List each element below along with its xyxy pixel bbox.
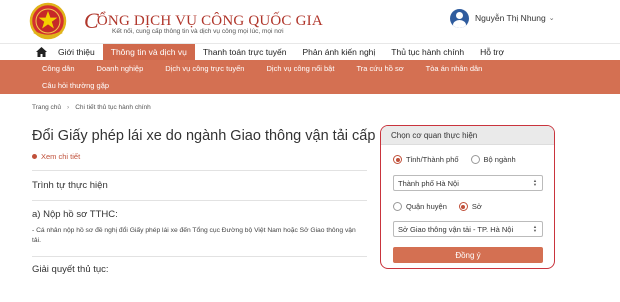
view-detail-label: Xem chi tiết: [41, 152, 81, 161]
sub-nav: Công dân Doanh nghiệp Dịch vụ công trực …: [0, 60, 620, 94]
subnav-item-featured-services[interactable]: Dịch vụ công nổi bật: [266, 64, 334, 73]
province-select[interactable]: Thành phố Hà Nội ▲ ▼: [393, 175, 543, 191]
section-heading-resolve: Giải quyết thủ tục:: [32, 264, 109, 275]
department-select[interactable]: Sở Giao thông vận tải - TP. Hà Nội ▲ ▼: [393, 221, 543, 237]
agree-button[interactable]: Đồng ý: [393, 247, 543, 263]
view-detail-link[interactable]: Xem chi tiết: [32, 152, 80, 161]
subnav-item-faq[interactable]: Câu hỏi thường gặp: [42, 81, 109, 90]
breadcrumb-home[interactable]: Trang chủ: [32, 104, 61, 111]
divider: [32, 256, 367, 257]
select-caret-icon: ▲ ▼: [533, 178, 537, 187]
breadcrumb-current: Chi tiết thủ tục hành chính: [75, 104, 151, 111]
site-header: CỔNG DỊCH VỤ CÔNG QUỐC GIA Kết nối, cung…: [0, 0, 620, 42]
province-select-value: Thành phố Hà Nội: [398, 178, 459, 188]
nav-item-info-services[interactable]: Thông tin và dịch vụ: [102, 44, 195, 60]
radio-district[interactable]: [393, 202, 402, 211]
nav-item-support[interactable]: Hỗ trợ: [472, 44, 512, 60]
user-menu[interactable]: Nguyễn Thị Nhung ⌄: [450, 8, 555, 28]
national-emblem-icon[interactable]: [28, 2, 68, 40]
chevron-down-icon: ⌄: [548, 15, 555, 22]
section-heading-procedure: Trình tự thực hiện: [32, 180, 108, 191]
user-avatar-icon: [450, 8, 469, 28]
sub-level-radio-group: Quận huyện Sở: [393, 202, 482, 211]
radio-district-label[interactable]: Quận huyện: [406, 202, 447, 211]
main-nav: Giới thiệu Thông tin và dịch vụ Thanh to…: [0, 43, 620, 60]
home-icon[interactable]: [32, 44, 50, 60]
section-text-submit: - Cá nhân nộp hồ sơ đề nghị đổi Giấy phé…: [32, 227, 356, 244]
subnav-item-online-services[interactable]: Dịch vụ công trực tuyến: [165, 64, 244, 73]
user-name: Nguyễn Thị Nhung: [475, 13, 546, 23]
agency-selector-panel: Chọn cơ quan thực hiện Tỉnh/Thành phố Bộ…: [380, 125, 555, 269]
page-title: Đổi Giấy phép lái xe do ngành Giao thông…: [32, 128, 376, 144]
radio-department-label[interactable]: Sở: [472, 202, 482, 211]
panel-header: Chọn cơ quan thực hiện: [381, 126, 554, 145]
agency-level-radio-group: Tỉnh/Thành phố Bộ ngành: [393, 155, 516, 164]
radio-ministry-label[interactable]: Bộ ngành: [484, 155, 516, 164]
nav-item-admin-procedures[interactable]: Thủ tục hành chính: [383, 44, 472, 60]
breadcrumb: Trang chủ › Chi tiết thủ tục hành chính: [32, 104, 151, 111]
subnav-item-track-dossier[interactable]: Tra cứu hồ sơ: [356, 64, 403, 73]
radio-province-label[interactable]: Tỉnh/Thành phố: [406, 155, 459, 164]
portal-title-initial: C: [84, 8, 99, 33]
subnav-item-peoples-court[interactable]: Tòa án nhân dân: [426, 64, 483, 73]
divider: [32, 200, 367, 201]
nav-item-introduction[interactable]: Giới thiệu: [50, 44, 103, 60]
portal-title-rest: ỔNG DỊCH VỤ CÔNG QUỐC GIA: [96, 13, 323, 29]
radio-ministry[interactable]: [470, 155, 480, 164]
bullet-icon: [32, 154, 37, 159]
subnav-item-business[interactable]: Doanh nghiệp: [97, 64, 144, 73]
subnav-item-citizens[interactable]: Công dân: [42, 64, 75, 73]
nav-item-online-payment[interactable]: Thanh toán trực tuyến: [195, 44, 295, 60]
radio-department[interactable]: [458, 202, 468, 211]
nav-item-feedback[interactable]: Phản ánh kiến nghị: [295, 44, 384, 60]
section-heading-submit: a) Nộp hồ sơ TTHC:: [32, 209, 118, 220]
portal-subtitle: Kết nối, cung cấp thông tin và dịch vụ c…: [112, 28, 284, 35]
department-select-value: Sở Giao thông vận tải - TP. Hà Nội: [398, 224, 514, 234]
breadcrumb-separator-icon: ›: [67, 104, 70, 111]
divider: [32, 170, 367, 171]
select-caret-icon: ▲ ▼: [533, 224, 537, 233]
radio-province[interactable]: [393, 155, 402, 164]
